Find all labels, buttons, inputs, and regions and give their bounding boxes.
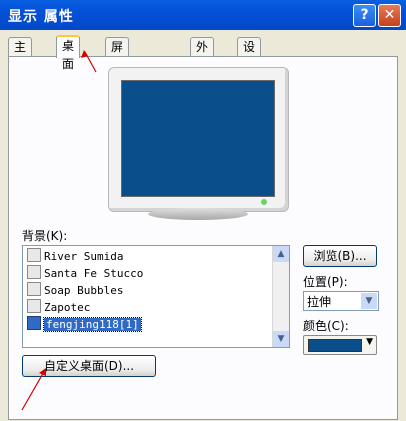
- image-file-icon: [27, 316, 41, 330]
- title-bar[interactable]: 显示 属性 ? ✕: [0, 0, 406, 30]
- image-file-icon: [27, 282, 41, 296]
- window-title: 显示 属性: [8, 9, 74, 25]
- list-item[interactable]: Zapotec: [27, 299, 90, 315]
- image-file-icon: [27, 299, 41, 313]
- list-scrollbar[interactable]: ▲ ▼: [272, 246, 289, 347]
- chevron-down-icon[interactable]: ▼: [361, 293, 377, 309]
- tab-themes[interactable]: 主题: [8, 37, 33, 72]
- position-value: 拉伸: [307, 295, 332, 309]
- position-label: 位置(P):: [303, 275, 348, 289]
- monitor-stand: [148, 208, 248, 220]
- position-select[interactable]: 拉伸 ▼: [303, 291, 379, 311]
- image-file-icon: [27, 248, 41, 262]
- background-list[interactable]: River Sumida Santa Fe Stucco Soap Bubble…: [22, 245, 290, 348]
- list-item[interactable]: River Sumida: [27, 248, 123, 264]
- tab-desktop[interactable]: 桌面: [56, 35, 81, 71]
- color-picker-button[interactable]: ▼: [303, 335, 377, 355]
- monitor-preview: [108, 67, 289, 212]
- tab-settings[interactable]: 设置: [237, 37, 262, 72]
- scroll-down-icon[interactable]: ▼: [273, 331, 289, 347]
- background-label: 背景(K):: [22, 229, 68, 243]
- help-button[interactable]: ?: [353, 4, 376, 27]
- browse-button[interactable]: 浏览(B)...: [303, 245, 377, 267]
- color-swatch: [308, 339, 362, 352]
- list-item[interactable]: Santa Fe Stucco: [27, 265, 143, 281]
- tab-screensaver[interactable]: 屏幕保护程序: [105, 37, 130, 144]
- list-item-selected[interactable]: fengjing118[1]: [27, 316, 142, 332]
- tab-appearance[interactable]: 外观: [190, 37, 215, 72]
- chevron-down-icon: ▼: [366, 337, 373, 347]
- scroll-up-icon[interactable]: ▲: [273, 246, 289, 262]
- color-label: 颜色(C):: [303, 319, 349, 333]
- list-item[interactable]: Soap Bubbles: [27, 282, 123, 298]
- power-light-icon: [261, 199, 267, 205]
- image-file-icon: [27, 265, 41, 279]
- close-button[interactable]: ✕: [378, 4, 401, 27]
- customize-desktop-button[interactable]: 自定义桌面(D)...: [22, 355, 156, 377]
- desktop-preview-screen: [121, 80, 275, 197]
